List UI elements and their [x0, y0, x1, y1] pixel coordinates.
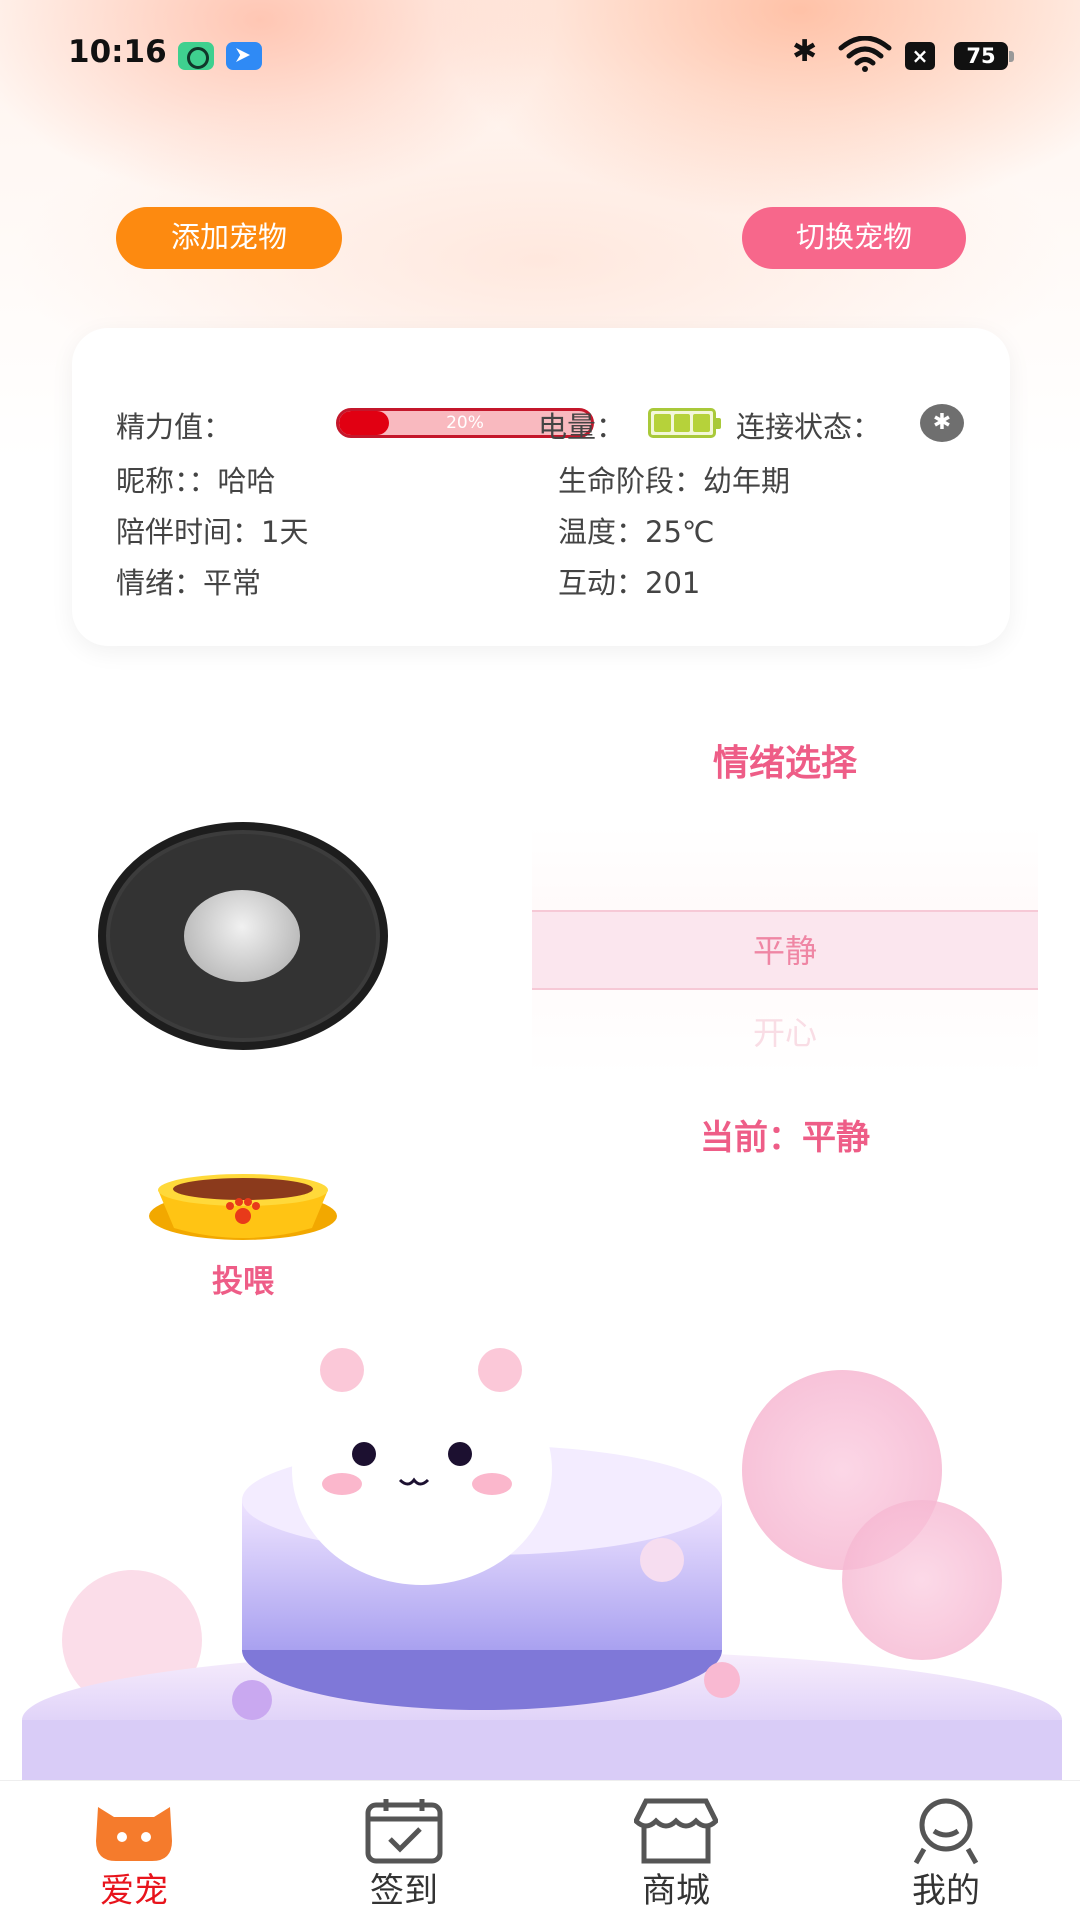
store-icon	[634, 1798, 718, 1864]
tab-mine-label: 我的	[912, 1871, 980, 1911]
pet-info-card: 精力值： 20% 电量： 连接状态： ✱ 昵称：：哈哈 生命阶段：幼年期 陪伴时…	[72, 328, 1010, 646]
mood: 情绪：平常	[116, 566, 262, 600]
switch-pet-button[interactable]: 切换宠物	[742, 207, 966, 269]
tab-checkin[interactable]: 签到	[304, 1781, 504, 1920]
tab-pet[interactable]: 爱宠	[34, 1781, 234, 1920]
tab-store[interactable]: 商城	[576, 1781, 776, 1920]
temperature: 温度：25℃	[558, 515, 715, 549]
feed-label[interactable]: 投喂	[146, 1256, 340, 1301]
messenger-app-icon	[226, 42, 262, 70]
nickname: 昵称：：哈哈	[116, 464, 276, 498]
status-time: 10:16	[68, 34, 167, 70]
bottom-tab-bar: 爱宠 签到 商城 我的	[0, 1780, 1080, 1920]
joystick-knob[interactable]	[184, 890, 300, 982]
tab-pet-label: 爱宠	[100, 1871, 168, 1911]
pet-illustration	[22, 1334, 1062, 1780]
cat-face-icon	[96, 1807, 172, 1861]
food-bowl-icon[interactable]	[146, 1170, 340, 1244]
bluetooth-disconnected-icon[interactable]: ✱	[920, 404, 964, 442]
battery-level-icon	[648, 408, 721, 438]
connection-label: 连接状态：	[736, 410, 882, 444]
energy-label: 精力值：	[116, 410, 233, 444]
emotion-picker[interactable]: 平静 开心	[532, 826, 1038, 1076]
joystick-pad[interactable]	[98, 822, 388, 1050]
power-label: 电量：	[538, 410, 626, 444]
current-emotion: 当前：平静	[700, 1118, 870, 1158]
picker-item-calm[interactable]: 平静	[532, 926, 1038, 972]
add-pet-button[interactable]: 添加宠物	[116, 207, 342, 269]
tab-checkin-label: 签到	[370, 1871, 438, 1911]
battery-indicator: 75	[954, 42, 1014, 70]
bluetooth-icon: ✱	[792, 34, 818, 69]
calendar-check-icon	[365, 1799, 443, 1864]
life-stage: 生命阶段：幼年期	[558, 464, 791, 498]
user-icon	[913, 1798, 979, 1865]
emotion-title: 情绪选择	[712, 743, 857, 784]
status-bar: 10:16 ✱ × 75	[0, 0, 1080, 110]
data-off-icon: ×	[905, 42, 935, 70]
wifi-icon	[838, 36, 892, 72]
companion-time: 陪伴时间：1天	[116, 515, 309, 549]
interaction-count: 互动：201	[558, 566, 701, 600]
tab-mine[interactable]: 我的	[846, 1781, 1046, 1920]
camera-app-icon	[178, 42, 214, 70]
picker-item-happy[interactable]: 开心	[532, 1008, 1038, 1054]
tab-store-label: 商城	[642, 1871, 710, 1911]
